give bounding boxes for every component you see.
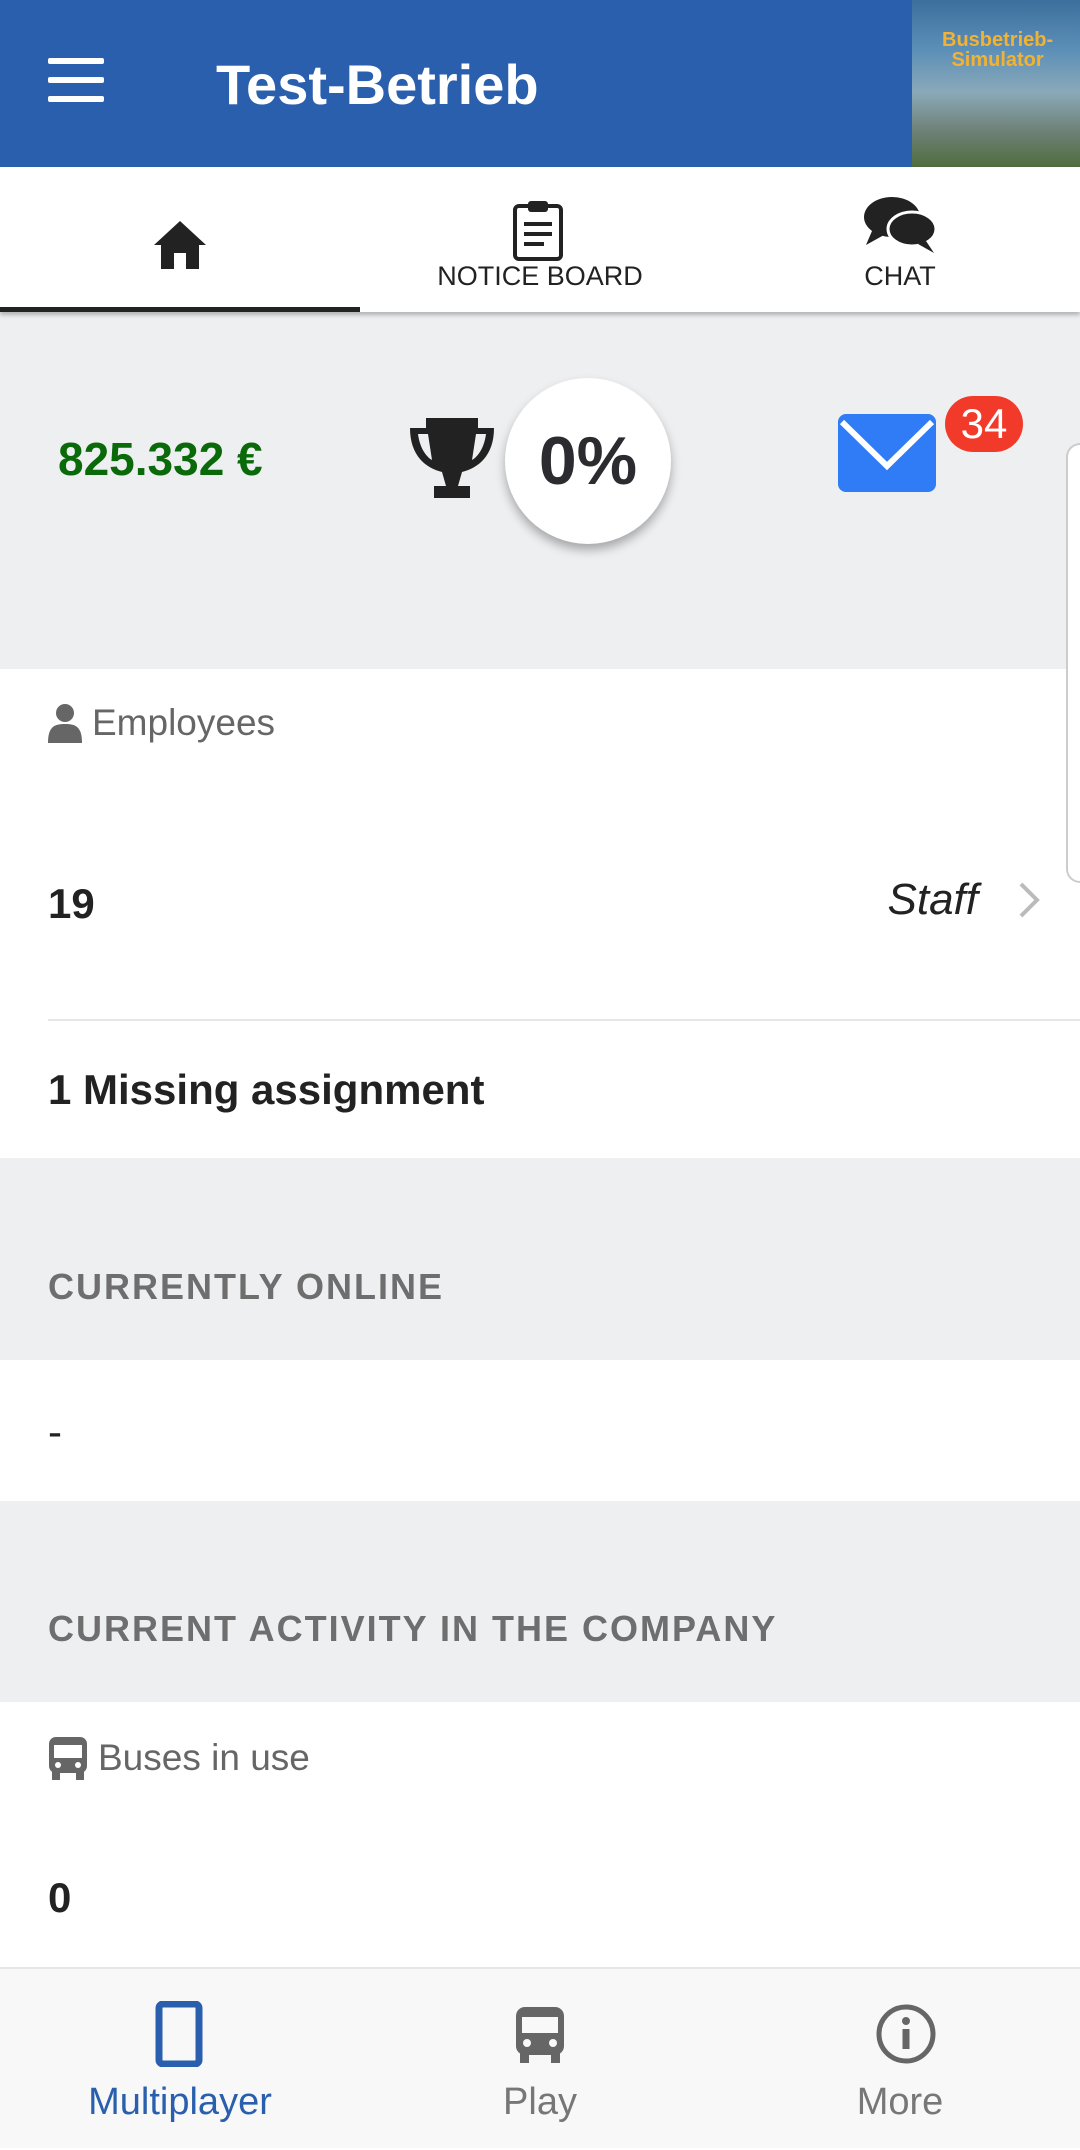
tab-label: CHAT — [864, 261, 936, 291]
chat-icon — [864, 197, 938, 253]
tab-home[interactable] — [0, 167, 360, 312]
online-value: - — [48, 1408, 62, 1455]
company-stats: 825.332 € 0% 34 — [0, 312, 1080, 669]
page-title: Test-Betrieb — [216, 53, 539, 116]
buses-value: 0 — [48, 1874, 72, 1921]
home-icon — [154, 221, 206, 269]
phone-icon — [155, 2001, 203, 2067]
tab-bar: NOTICE BOARD CHAT — [0, 167, 1080, 312]
missing-assignment[interactable]: 1 Missing assignment — [48, 1066, 484, 1114]
bus-icon — [49, 1737, 87, 1780]
activity-title: CURRENT ACTIVITY IN THE COMPANY — [48, 1608, 778, 1649]
nav-label: Play — [503, 2081, 577, 2123]
online-section-header: CURRENTLY ONLINE — [0, 1158, 1080, 1360]
chevron-right-icon — [1019, 882, 1040, 918]
staff-link[interactable]: Staff — [888, 875, 1041, 925]
nav-label: More — [856, 2081, 944, 2123]
nav-more[interactable]: More — [720, 1969, 1080, 2150]
activity-section-header: CURRENT ACTIVITY IN THE COMPANY — [0, 1501, 1080, 1702]
nav-play[interactable]: Play — [360, 1969, 720, 2150]
person-icon — [48, 704, 82, 743]
employee-count: 19 — [48, 880, 95, 927]
online-title: CURRENTLY ONLINE — [48, 1266, 445, 1307]
clipboard-icon — [513, 201, 563, 261]
mail-icon — [838, 414, 936, 492]
staff-label: Staff — [887, 875, 979, 924]
divider — [48, 1019, 1080, 1021]
trophy-icon — [410, 418, 494, 498]
nav-multiplayer[interactable]: Multiplayer — [0, 1969, 360, 2150]
employees-title: Employees — [92, 702, 276, 743]
side-panel-handle[interactable] — [1066, 443, 1080, 883]
menu-icon[interactable] — [48, 58, 104, 102]
messages-badge: 34 — [945, 396, 1023, 452]
bus-icon — [516, 2007, 564, 2063]
game-cover-image: Busbetrieb- Simulator — [912, 0, 1080, 167]
tab-chat[interactable]: CHAT — [720, 167, 1080, 312]
tab-notice-board[interactable]: NOTICE BOARD — [360, 167, 720, 312]
balance-value: 825.332 € — [58, 433, 263, 485]
info-icon — [876, 2004, 936, 2064]
nav-label: Multiplayer — [88, 2081, 272, 2123]
employees-header: Employees — [48, 702, 275, 744]
tab-label: NOTICE BOARD — [437, 261, 643, 291]
bottom-navigation: Multiplayer Play More — [0, 1967, 1080, 2148]
buses-title: Buses in use — [98, 1737, 310, 1778]
app-header: Test-Betrieb Busbetrieb- Simulator — [0, 0, 1080, 167]
progress-circle[interactable]: 0% — [505, 378, 671, 544]
buses-header: Buses in use — [48, 1736, 310, 1780]
